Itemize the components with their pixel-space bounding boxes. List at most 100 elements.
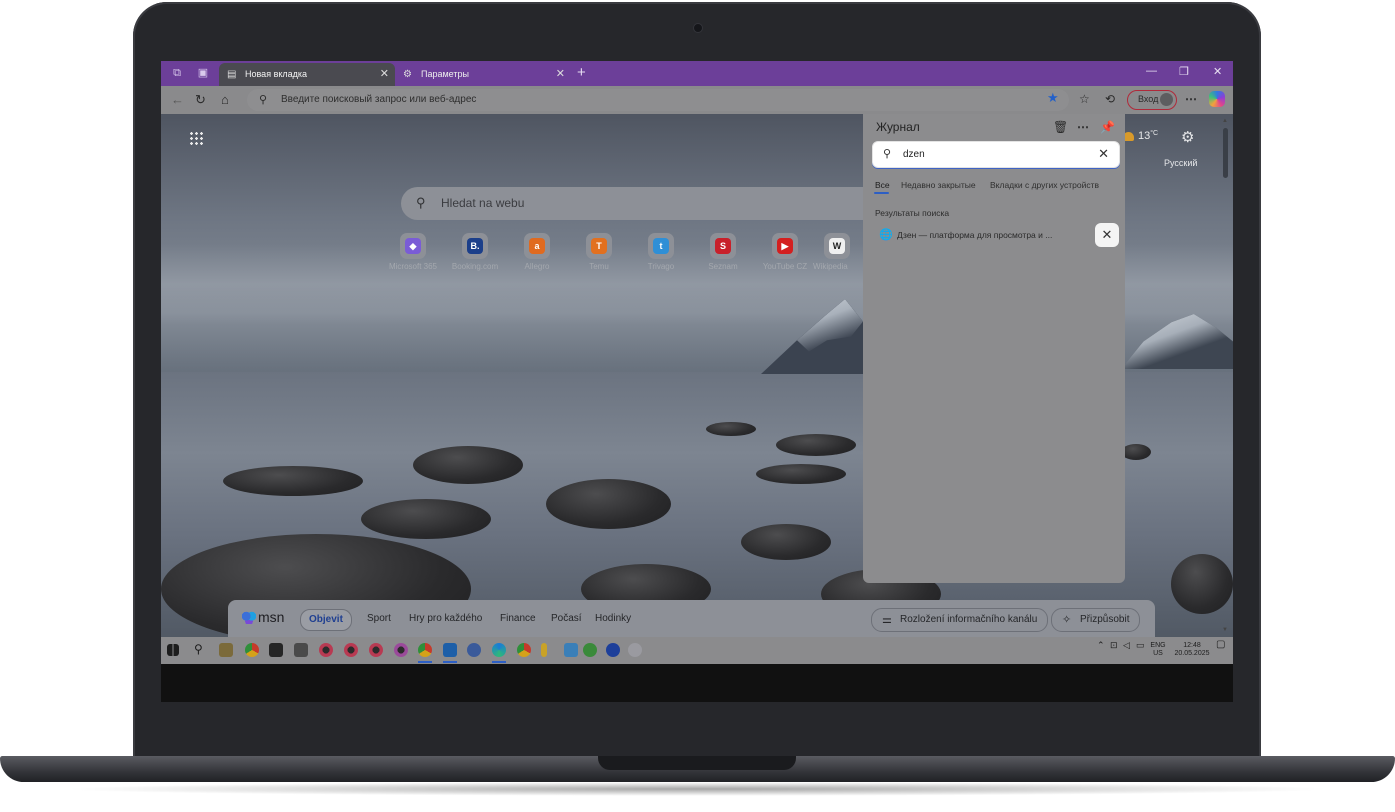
more-options-icon[interactable]: ⋯: [1077, 120, 1089, 134]
msn-tab-hodinky[interactable]: Hodinky: [595, 609, 631, 629]
app-icon[interactable]: [369, 643, 383, 657]
web-search-box[interactable]: ⚲ Hledat na webu: [401, 187, 881, 220]
chrome-icon[interactable]: [245, 643, 259, 657]
app-icon[interactable]: [269, 643, 283, 657]
background-rock: [1121, 444, 1151, 460]
app-icon[interactable]: [344, 643, 358, 657]
chrome-icon[interactable]: [418, 643, 432, 657]
close-window-button[interactable]: ✕: [1213, 65, 1222, 78]
tray-chevron-up-icon[interactable]: ⌃: [1097, 641, 1105, 650]
history-result-title: Дзен — платформа для просмотра и ...: [897, 230, 1053, 240]
language-label: Русский: [1164, 158, 1198, 168]
search-icon[interactable]: ⚲: [194, 642, 203, 656]
apps-launcher-icon[interactable]: [189, 131, 203, 145]
shield-icon[interactable]: [606, 643, 620, 657]
favorite-star-icon[interactable]: ★: [1047, 90, 1059, 106]
new-tab-page-icon: ▤: [227, 69, 237, 80]
favorites-icon[interactable]: ☆: [1079, 92, 1090, 106]
app-icon[interactable]: [564, 643, 578, 657]
quick-link-microsoft-365[interactable]: ◆ Microsoft 365: [379, 233, 447, 271]
msn-tab-hry[interactable]: Hry pro každého: [409, 609, 482, 629]
network-icon[interactable]: ⊡: [1110, 641, 1118, 650]
msn-tab-objevit[interactable]: Objevit: [300, 609, 352, 631]
quick-link-seznam[interactable]: S Seznam: [689, 233, 757, 271]
workspaces-icon[interactable]: ⧉: [171, 67, 183, 79]
msn-tab-finance[interactable]: Finance: [500, 609, 536, 629]
clock[interactable]: 12:48 20.05.2025: [1171, 642, 1213, 658]
close-tab-icon[interactable]: ✕: [380, 63, 389, 86]
quick-link-label: Allegro: [524, 262, 550, 271]
calculator-icon[interactable]: [294, 643, 308, 657]
msn-logo[interactable]: msn: [242, 609, 284, 625]
quick-link-label: Seznam: [708, 262, 738, 271]
quick-link-allegro[interactable]: a Allegro: [503, 233, 571, 271]
app-icon[interactable]: [394, 643, 408, 657]
search-results-heading: Результаты поиска: [875, 208, 950, 218]
app-icon[interactable]: [628, 643, 642, 657]
webcam: [693, 23, 703, 33]
laptop-shadow: [60, 782, 1335, 796]
history-tab-recently-closed[interactable]: Недавно закрытые: [901, 180, 976, 190]
avatar: [1160, 93, 1173, 106]
scroll-up-icon[interactable]: ▲: [1222, 118, 1228, 124]
quick-link-youtube[interactable]: ▶ YouTube CZ: [751, 233, 819, 271]
edge-icon[interactable]: [492, 643, 506, 657]
input-language-region: US: [1153, 650, 1163, 657]
clock-time: 12:48: [1183, 642, 1201, 649]
input-language[interactable]: ENG US: [1150, 642, 1166, 658]
history-tab-all[interactable]: Все: [875, 180, 890, 190]
minimize-button[interactable]: —: [1146, 65, 1157, 77]
new-tab-button[interactable]: +: [577, 64, 586, 82]
app-icon[interactable]: [541, 643, 547, 657]
file-explorer-icon[interactable]: [219, 643, 233, 657]
quick-link-booking[interactable]: B. Booking.com: [441, 233, 509, 271]
more-icon[interactable]: ⋯: [1185, 92, 1197, 106]
history-search-input[interactable]: ⚲ dzen ✕: [872, 141, 1120, 168]
scroll-down-icon[interactable]: ▼: [1222, 627, 1228, 633]
pin-icon[interactable]: 📌: [1100, 120, 1115, 134]
address-bar[interactable]: ⚲ Введите поисковый запрос или веб-адрес: [247, 89, 1069, 111]
toolbar: ← ↻ ⌂ ⚲ Введите поисковый запрос или веб…: [161, 86, 1233, 114]
msn-tab-sport[interactable]: Sport: [367, 609, 391, 629]
tab-actions-icon[interactable]: ▣: [197, 67, 209, 79]
chrome-icon[interactable]: [517, 643, 531, 657]
quick-link-temu[interactable]: T Temu: [565, 233, 633, 271]
app-icon[interactable]: [467, 643, 481, 657]
tab-new-tab[interactable]: ▤ Новая вкладка ✕: [219, 63, 395, 86]
home-icon[interactable]: ⌂: [221, 93, 229, 107]
volume-icon[interactable]: ◁: [1123, 641, 1130, 650]
msn-tab-pocasi[interactable]: Počasí: [551, 609, 582, 629]
scrollbar-thumb[interactable]: [1223, 128, 1228, 178]
profile-button[interactable]: Вход: [1127, 90, 1177, 110]
app-icon[interactable]: [443, 643, 457, 657]
customize-button[interactable]: ✧ Přizpůsobit: [1051, 608, 1141, 632]
clear-search-icon[interactable]: ✕: [1098, 146, 1109, 162]
tab-settings[interactable]: ⚙ Параметры ✕: [395, 63, 571, 86]
app-icon[interactable]: [319, 643, 333, 657]
notifications-icon[interactable]: ▢: [1216, 640, 1225, 650]
utorrent-icon[interactable]: [583, 643, 597, 657]
temu-icon: T: [591, 238, 607, 254]
refresh-icon[interactable]: ↻: [195, 93, 206, 107]
weather-widget[interactable]: 13°C: [1123, 130, 1158, 142]
windows-start-icon[interactable]: [167, 644, 179, 656]
seznam-icon: S: [715, 238, 731, 254]
close-tab-icon[interactable]: ✕: [556, 63, 565, 86]
restore-button[interactable]: ❐: [1179, 65, 1189, 78]
history-icon[interactable]: ⟲: [1105, 92, 1115, 106]
page-scrollbar[interactable]: ▲ ▼: [1222, 118, 1230, 633]
delete-entry-icon[interactable]: ✕: [1095, 223, 1119, 247]
history-tab-other-devices[interactable]: Вкладки с других устройств: [990, 180, 1099, 190]
background-rock: [776, 434, 856, 456]
quick-link-trivago[interactable]: t Trivago: [627, 233, 695, 271]
quick-link-wikipedia[interactable]: W Wikipedia: [813, 233, 861, 271]
trash-icon[interactable]: 🗑: [1053, 120, 1068, 134]
gear-icon: ⚙: [403, 69, 412, 80]
feed-layout-button[interactable]: ⚌ Rozložení informačního kanálu: [871, 608, 1049, 632]
battery-icon[interactable]: ▭: [1136, 641, 1145, 650]
copilot-icon[interactable]: [1209, 91, 1225, 107]
windows-taskbar: ⚲ ⌃ ⊡ ◁ ▭ ENG US 12:48 20.05.2025 ▢: [161, 637, 1233, 664]
history-result-item[interactable]: 🌐 Дзен — платформа для просмотра и ... ✕: [869, 223, 1119, 247]
back-arrow-icon[interactable]: ←: [171, 93, 184, 107]
page-settings-gear-icon[interactable]: ⚙: [1181, 128, 1194, 146]
